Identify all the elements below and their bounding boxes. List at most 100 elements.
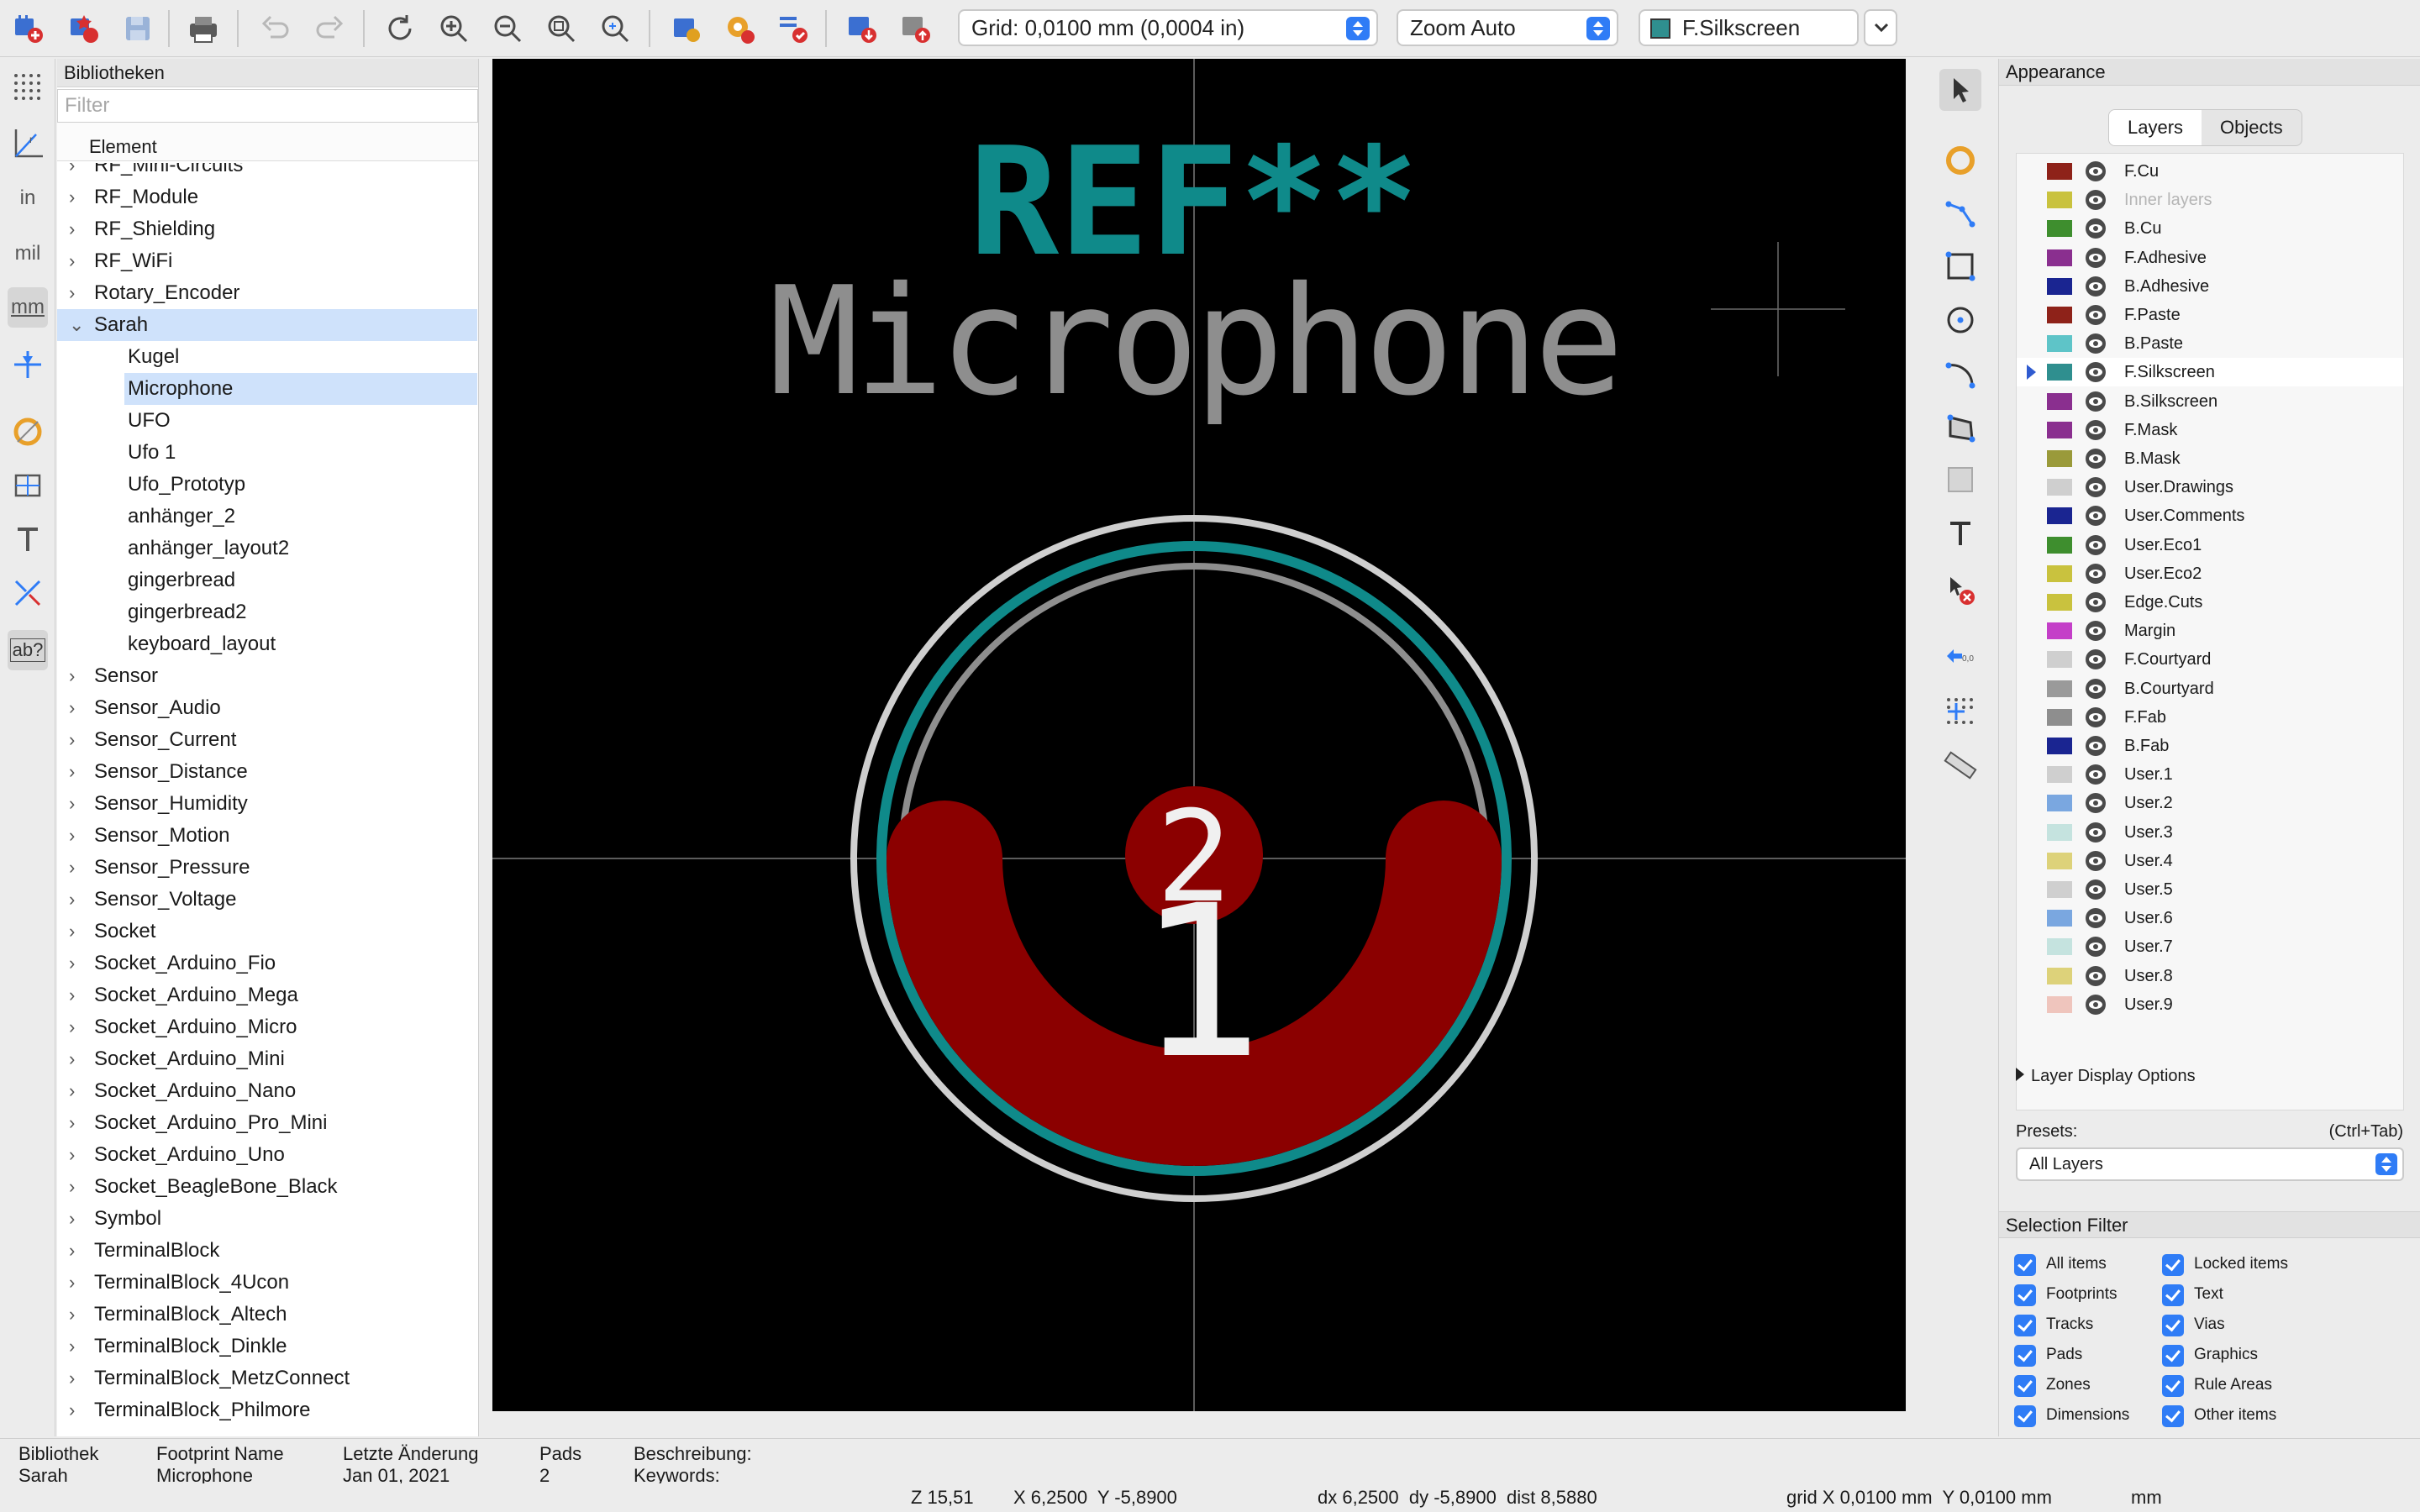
library-item[interactable]: › Sensor_Audio xyxy=(57,692,477,724)
library-item[interactable]: ⌄ Sarah xyxy=(57,309,477,341)
layer-row[interactable]: Edge.Cuts xyxy=(2017,588,2403,617)
layer-row[interactable]: User.Eco2 xyxy=(2017,559,2403,588)
library-footprint-item[interactable]: gingerbread xyxy=(57,564,477,596)
layer-color-swatch[interactable] xyxy=(2047,708,2072,726)
selection-filter-checkbox[interactable]: Locked items xyxy=(2162,1252,2288,1277)
library-item[interactable]: › Rotary_Encoder xyxy=(57,277,477,309)
chevron-right-icon[interactable]: › xyxy=(69,692,75,724)
chevron-right-icon[interactable]: › xyxy=(69,277,75,309)
visibility-eye-icon[interactable] xyxy=(2084,476,2107,498)
layer-row[interactable]: B.Fab xyxy=(2017,732,2403,760)
library-footprint-item[interactable]: Ufo_Prototyp xyxy=(57,469,477,501)
visibility-eye-icon[interactable] xyxy=(2084,678,2107,700)
insert-into-board-icon[interactable] xyxy=(897,10,934,47)
visibility-eye-icon[interactable] xyxy=(2084,850,2107,872)
zoom-selection-icon[interactable] xyxy=(597,10,634,47)
layer-row[interactable]: B.Courtyard xyxy=(2017,675,2403,703)
layer-row[interactable]: F.Silkscreen xyxy=(2017,358,2403,387)
undo-icon[interactable] xyxy=(257,10,294,47)
grid-origin-icon[interactable] xyxy=(1939,690,1981,732)
library-item[interactable]: › RF_WiFi xyxy=(57,245,477,277)
library-footprint-item[interactable]: gingerbread2 xyxy=(57,596,477,628)
chevron-right-icon[interactable]: › xyxy=(69,948,75,979)
zoom-out-icon[interactable] xyxy=(489,10,526,47)
visibility-eye-icon[interactable] xyxy=(2084,648,2107,670)
chevron-right-icon[interactable]: › xyxy=(69,1331,75,1362)
chevron-right-icon[interactable]: › xyxy=(69,245,75,277)
selection-filter-checkbox[interactable]: Other items xyxy=(2162,1403,2276,1428)
visibility-eye-icon[interactable] xyxy=(2084,160,2107,182)
grid-toggle-icon[interactable] xyxy=(8,67,48,108)
library-item[interactable]: › RF_Mini-Circuits xyxy=(57,163,477,181)
chevron-right-icon[interactable]: › xyxy=(69,916,75,948)
footprint-canvas[interactable]: REF** Microphone 2 1 xyxy=(492,59,1906,1411)
library-item[interactable]: › TerminalBlock_4Ucon xyxy=(57,1267,477,1299)
visibility-eye-icon[interactable] xyxy=(2084,391,2107,412)
chevron-right-icon[interactable]: › xyxy=(69,1043,75,1075)
library-footprint-item[interactable]: UFO xyxy=(57,405,477,437)
layer-color-swatch[interactable] xyxy=(2047,307,2072,323)
library-item[interactable]: › Socket_Arduino_Fio xyxy=(57,948,477,979)
layer-color-swatch[interactable] xyxy=(2047,995,2072,1013)
draw-line-icon[interactable] xyxy=(1939,192,1981,234)
chevron-right-icon[interactable]: › xyxy=(69,1171,75,1203)
grid-select[interactable]: Grid: 0,0100 mm (0,0004 in) xyxy=(958,9,1378,46)
chevron-right-icon[interactable]: › xyxy=(69,1394,75,1426)
visibility-eye-icon[interactable] xyxy=(2084,304,2107,326)
library-item[interactable]: › Socket_Arduino_Nano xyxy=(57,1075,477,1107)
selection-filter-checkbox[interactable]: Dimensions xyxy=(2014,1403,2129,1428)
tab-objects[interactable]: Objects xyxy=(2202,110,2302,145)
select-tool-icon[interactable] xyxy=(1939,69,1981,111)
chevron-right-icon[interactable]: › xyxy=(69,660,75,692)
layer-color-swatch[interactable] xyxy=(2047,421,2072,438)
layer-color-swatch[interactable] xyxy=(2047,738,2072,754)
layer-row[interactable]: B.Mask xyxy=(2017,444,2403,473)
draw-polygon-icon[interactable] xyxy=(1939,407,1981,449)
library-item[interactable]: › Socket_Arduino_Uno xyxy=(57,1139,477,1171)
layer-color-swatch[interactable] xyxy=(2047,881,2072,898)
library-item[interactable]: › Sensor_Pressure xyxy=(57,852,477,884)
layer-color-swatch[interactable] xyxy=(2047,536,2072,554)
checkbox-checked-icon[interactable] xyxy=(2162,1254,2184,1276)
visibility-eye-icon[interactable] xyxy=(2084,448,2107,470)
checkbox-checked-icon[interactable] xyxy=(2162,1284,2184,1306)
layer-color-swatch[interactable] xyxy=(2047,680,2072,697)
chevron-right-icon[interactable]: › xyxy=(69,213,75,245)
layer-row[interactable]: F.Courtyard xyxy=(2017,645,2403,674)
layer-row[interactable]: User.4 xyxy=(2017,847,2403,875)
selection-filter-checkbox[interactable]: Rule Areas xyxy=(2162,1373,2272,1398)
chevron-right-icon[interactable]: › xyxy=(69,1075,75,1107)
checkbox-checked-icon[interactable] xyxy=(2014,1345,2036,1367)
visibility-eye-icon[interactable] xyxy=(2084,822,2107,843)
layer-color-swatch[interactable] xyxy=(2047,651,2072,669)
library-item[interactable]: › Socket_Arduino_Mega xyxy=(57,979,477,1011)
layer-row[interactable]: F.Mask xyxy=(2017,416,2403,444)
redo-icon[interactable] xyxy=(311,10,348,47)
visibility-eye-icon[interactable] xyxy=(2084,965,2107,987)
load-from-board-icon[interactable] xyxy=(844,10,881,47)
draw-arc-icon[interactable] xyxy=(1939,353,1981,395)
chevron-right-icon[interactable]: › xyxy=(69,1362,75,1394)
layer-color-swatch[interactable] xyxy=(2047,192,2072,209)
layer-row[interactable]: Margin xyxy=(2017,617,2403,645)
visibility-eye-icon[interactable] xyxy=(2084,505,2107,527)
layer-row[interactable]: B.Cu xyxy=(2017,214,2403,243)
layer-color-swatch[interactable] xyxy=(2047,220,2072,238)
layer-row[interactable]: User.8 xyxy=(2017,962,2403,990)
zoom-select[interactable]: Zoom Auto xyxy=(1397,9,1618,46)
layer-color-swatch[interactable] xyxy=(2047,938,2072,956)
library-item[interactable]: › Socket_BeagleBone_Black xyxy=(57,1171,477,1203)
selection-filter-checkbox[interactable]: All items xyxy=(2014,1252,2107,1277)
add-rule-area-icon[interactable] xyxy=(1939,459,1981,501)
library-footprint-item[interactable]: Microphone xyxy=(57,373,477,405)
chevron-right-icon[interactable]: › xyxy=(69,1107,75,1139)
library-item[interactable]: › TerminalBlock_Philmore xyxy=(57,1394,477,1426)
library-item[interactable]: › TerminalBlock_MetzConnect xyxy=(57,1362,477,1394)
layer-select[interactable]: F.Silkscreen xyxy=(1639,9,1859,46)
layer-row[interactable]: B.Adhesive xyxy=(2017,272,2403,301)
units-mil-button[interactable]: mil xyxy=(8,234,48,274)
selection-filter-checkbox[interactable]: Tracks xyxy=(2014,1312,2093,1337)
print-icon[interactable] xyxy=(185,10,222,47)
visibility-eye-icon[interactable] xyxy=(2084,792,2107,814)
library-item[interactable]: › Sensor_Motion xyxy=(57,820,477,852)
